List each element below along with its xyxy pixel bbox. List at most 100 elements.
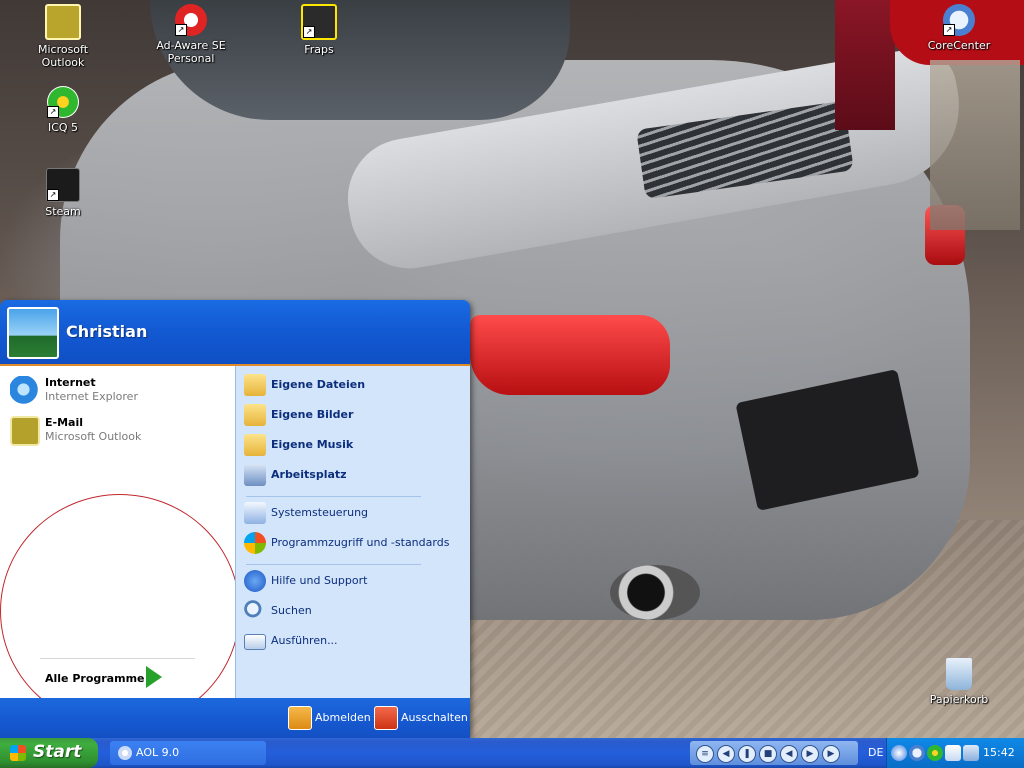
control-panel-icon	[244, 502, 266, 524]
wallpaper-mannequin	[835, 0, 895, 130]
icq-flower-icon: ↗	[47, 86, 79, 118]
desktop-icon-icq[interactable]: ↗ ICQ 5	[18, 86, 108, 134]
desktop-icon-label: Steam	[45, 205, 81, 218]
internet-explorer-icon	[10, 376, 40, 406]
desktop-icon-microsoft-outlook[interactable]: Microsoft Outlook	[18, 4, 108, 69]
all-programs-button[interactable]: Alle Programme	[0, 658, 235, 698]
wallpaper-rack	[930, 60, 1020, 230]
shortcut-arrow-icon: ↗	[47, 189, 59, 201]
start-menu: Christian Internet Internet Explorer E-M…	[0, 300, 470, 738]
desktop-icon-label: Microsoft Outlook	[37, 43, 89, 69]
places-label: Programmzugriff und -standards	[271, 536, 450, 549]
media-menu-icon[interactable]: ≡	[696, 745, 714, 763]
places-label: Hilfe und Support	[271, 574, 368, 587]
folder-pictures-icon	[244, 404, 266, 426]
places-my-music[interactable]: Eigene Musik	[244, 432, 464, 460]
desktop-icon-label: Ad-Aware SE Personal	[156, 39, 226, 65]
search-icon	[244, 600, 266, 622]
computer-icon	[244, 464, 266, 486]
taskbar: Start AOL 9.0 ≡ ◀ ❚ ■ ◀ ▶ ▶ DE 15:42	[0, 738, 1024, 768]
language-indicator[interactable]: DE	[868, 746, 883, 759]
start-button[interactable]: Start	[0, 738, 98, 768]
start-menu-right-pane: Eigene Dateien Eigene Bilder Eigene Musi…	[235, 366, 470, 698]
places-my-computer[interactable]: Arbeitsplatz	[244, 462, 464, 490]
tray-expand-icon[interactable]	[891, 745, 907, 761]
desktop-icon-ad-aware[interactable]: ↗ Ad-Aware SE Personal	[146, 4, 236, 65]
wallpaper-taillight	[470, 315, 670, 395]
separator	[246, 496, 421, 497]
search[interactable]: Suchen	[244, 598, 464, 626]
outlook-icon	[10, 416, 40, 446]
shortcut-arrow-icon: ↗	[175, 24, 187, 36]
shortcut-arrow-icon: ↗	[943, 24, 955, 36]
places-label: Ausführen...	[271, 634, 338, 647]
media-pause-icon[interactable]: ❚	[738, 745, 756, 763]
start-label: Start	[33, 742, 82, 762]
shutdown-label: Ausschalten	[401, 711, 468, 724]
help-icon	[244, 570, 266, 592]
places-label: Systemsteuerung	[271, 506, 369, 519]
all-programs-label: Alle Programme	[45, 672, 145, 685]
shortcut-arrow-icon: ↗	[303, 26, 315, 38]
logoff-label: Abmelden	[315, 711, 371, 724]
volume-tray-icon[interactable]	[963, 745, 979, 761]
aol-icon	[118, 746, 132, 760]
windows-flag-icon	[10, 745, 26, 761]
network-tray-icon[interactable]	[945, 745, 961, 761]
places-label: Arbeitsplatz	[271, 468, 347, 481]
corecenter-icon: ↗	[943, 4, 975, 36]
folder-music-icon	[244, 434, 266, 456]
program-access-defaults[interactable]: Programmzugriff und -standards	[244, 530, 464, 558]
pinned-subtitle: Microsoft Outlook	[45, 430, 142, 443]
arrow-right-icon	[146, 666, 162, 688]
desktop-icon-steam[interactable]: ↗ Steam	[18, 168, 108, 218]
start-menu-left-pane: Internet Internet Explorer E-Mail Micros…	[0, 366, 240, 728]
outlook-icon	[45, 4, 81, 40]
program-access-icon	[244, 532, 266, 554]
media-next-icon[interactable]: ▶	[822, 745, 840, 763]
media-back-icon[interactable]: ◀	[780, 745, 798, 763]
power-icon	[374, 706, 398, 730]
steam-icon: ↗	[46, 168, 80, 202]
key-icon	[288, 706, 312, 730]
pinned-subtitle: Internet Explorer	[45, 390, 138, 403]
system-tray: 15:42	[886, 738, 1024, 768]
desktop-icon-label: Fraps	[304, 43, 334, 56]
desktop-icon-corecenter[interactable]: ↗ CoreCenter	[914, 4, 1004, 52]
shortcut-arrow-icon: ↗	[47, 106, 59, 118]
media-forward-icon[interactable]: ▶	[801, 745, 819, 763]
media-previous-icon[interactable]: ◀	[717, 745, 735, 763]
user-avatar[interactable]	[7, 307, 59, 359]
user-name: Christian	[66, 322, 148, 341]
start-menu-header: Christian	[0, 300, 470, 366]
places-label: Suchen	[271, 604, 312, 617]
icq-tray-icon[interactable]	[927, 745, 943, 761]
recycle-bin-icon	[946, 658, 972, 690]
control-panel[interactable]: Systemsteuerung	[244, 500, 464, 528]
run[interactable]: Ausführen...	[244, 628, 464, 656]
wallpaper-exhaust	[610, 565, 700, 620]
all-programs-divider	[40, 658, 195, 659]
desktop-icon-fraps[interactable]: ↗ Fraps	[274, 4, 364, 56]
fraps-icon: ↗	[301, 4, 337, 40]
places-label: Eigene Dateien	[271, 378, 366, 391]
places-my-pictures[interactable]: Eigene Bilder	[244, 402, 464, 430]
corecenter-tray-icon[interactable]	[909, 745, 925, 761]
help-and-support[interactable]: Hilfe und Support	[244, 568, 464, 596]
pinned-title: Internet	[45, 376, 96, 389]
taskbar-button-label: AOL 9.0	[136, 746, 180, 759]
desktop-icon-label: Papierkorb	[929, 693, 989, 706]
separator	[246, 564, 421, 565]
clock[interactable]: 15:42	[983, 746, 1015, 759]
pinned-email[interactable]: E-Mail Microsoft Outlook	[8, 414, 228, 450]
taskbar-button-aol[interactable]: AOL 9.0	[110, 741, 266, 765]
desktop-icon-recycle-bin[interactable]: Papierkorb	[914, 658, 1004, 706]
media-player-toolbar: ≡ ◀ ❚ ■ ◀ ▶ ▶	[690, 741, 858, 765]
places-my-documents[interactable]: Eigene Dateien	[244, 372, 464, 400]
places-label: Eigene Bilder	[271, 408, 354, 421]
pinned-title: E-Mail	[45, 416, 83, 429]
folder-documents-icon	[244, 374, 266, 396]
media-stop-icon[interactable]: ■	[759, 745, 777, 763]
pinned-internet[interactable]: Internet Internet Explorer	[8, 374, 228, 410]
run-icon	[244, 634, 266, 650]
